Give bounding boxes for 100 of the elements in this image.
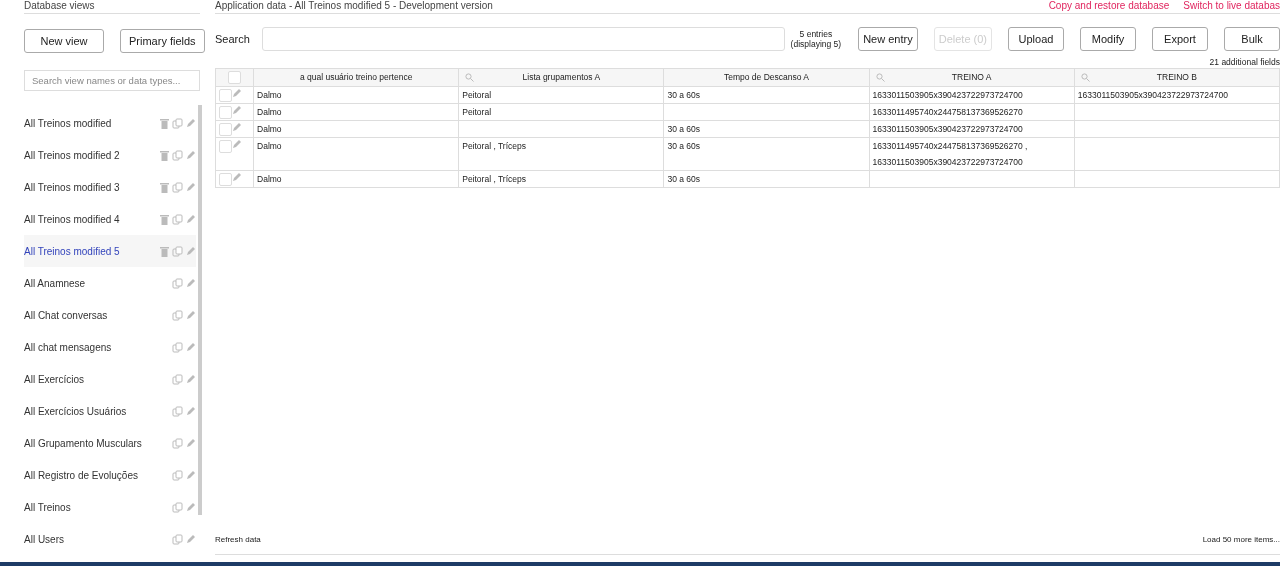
table-cell: Dalmo [257,107,282,117]
copy-icon[interactable] [172,469,183,481]
column-header[interactable]: TREINO A [869,68,1075,87]
search-icon[interactable] [1080,73,1090,82]
displaying-count: (displaying 5) [790,39,842,49]
table-cell: 30 a 60s [667,90,701,100]
column-header[interactable]: a qual usuário treino pertence [253,68,459,87]
pencil-icon[interactable] [186,502,196,512]
copy-icon[interactable] [172,181,183,193]
sidebar-item[interactable]: All Treinos modified 3 [24,171,196,203]
pencil-icon[interactable] [186,246,196,256]
live-database-link[interactable]: Switch to live databas [1183,0,1280,13]
column-header[interactable]: Lista grupamentos A [458,68,664,87]
pencil-icon[interactable] [186,470,196,480]
sidebar-item[interactable]: All Treinos modified 2 [24,139,196,171]
search-field[interactable] [261,27,785,51]
toolbar-button[interactable]: Bulk [1224,27,1280,51]
copy-icon[interactable] [172,341,183,353]
copy-icon[interactable] [172,373,183,385]
pencil-icon[interactable] [186,534,196,544]
copy-icon[interactable] [172,405,183,417]
sidebar-item[interactable]: All Grupamento Musculars [24,427,196,459]
pencil-icon[interactable] [186,438,196,448]
search-icon[interactable] [875,73,885,82]
pencil-icon[interactable] [186,374,196,384]
copy-icon[interactable] [172,149,183,161]
table-cell: Dalmo [257,174,282,184]
table-cell: 1633011503905x390423722973724700 [872,90,1023,100]
pencil-icon[interactable] [186,182,196,192]
pencil-icon[interactable] [232,172,242,182]
search-icon[interactable] [465,73,475,82]
sidebar-item[interactable]: All Treinos modified 4 [24,203,196,235]
copy-icon[interactable] [172,277,183,289]
sidebar-item[interactable]: All Exercícios [24,363,196,395]
row-checkbox[interactable] [219,123,232,137]
search-label: Search [215,33,250,45]
table-cell: Dalmo [257,124,282,134]
scrollbar[interactable] [198,105,202,515]
table-cell: 30 a 60s [667,124,701,134]
pencil-icon[interactable] [186,214,196,224]
page-title: Application data - All Treinos modified 5 - Development version [215,0,494,13]
row-checkbox[interactable] [219,140,232,154]
trash-icon[interactable] [160,117,169,129]
table-cell: Peitoral , Tríceps [462,141,526,151]
copy-icon[interactable] [172,213,183,225]
copy-icon[interactable] [172,533,183,545]
sidebar-title: Database views [24,0,200,14]
row-checkbox[interactable] [219,106,232,120]
copy-icon[interactable] [172,501,183,513]
pencil-icon[interactable] [186,310,196,320]
column-header[interactable]: Tempo de Descanso A [663,68,870,87]
copy-icon[interactable] [172,245,183,257]
trash-icon[interactable] [160,181,169,193]
table-cell: 1633011495740x244758137369526270 , 1633011503905x390423722973724700 [872,141,1028,167]
select-all-checkbox[interactable] [228,71,241,85]
table-cell: Dalmo [257,90,282,100]
table-cell: Dalmo [257,141,282,151]
pencil-icon[interactable] [186,118,196,128]
sidebar-item[interactable]: All Registro de Evoluções [24,459,196,491]
column-header[interactable]: TREINO B [1074,68,1280,87]
trash-icon[interactable] [160,149,169,161]
toolbar-button[interactable]: Export [1152,27,1208,51]
copy-restore-link[interactable]: Copy and restore database [1048,0,1170,13]
table-cell: Peitoral [462,107,492,117]
table-cell: 30 a 60s [667,174,701,184]
copy-icon[interactable] [172,437,183,449]
trash-icon[interactable] [160,245,169,257]
table-cell: 1633011503905x390423722973724700 [1077,90,1228,100]
toolbar-button[interactable]: Upload [1008,27,1064,51]
entries-count: 5 entries [798,29,834,39]
sidebar-item[interactable]: All Treinos modified [24,107,196,139]
table-cell: Peitoral [462,90,492,100]
search-field[interactable]: Search view names or data types... [24,70,200,91]
table-cell: 1633011503905x390423722973724700 [872,124,1023,134]
sidebar-item[interactable]: All Chat conversas [24,299,196,331]
table-cell: 30 a 60s [667,141,701,151]
sidebar-item[interactable]: All Exercícios Usuários [24,395,196,427]
table-cell: 1633011495740x244758137369526270 [872,107,1023,117]
pencil-icon[interactable] [186,342,196,352]
row-checkbox[interactable] [219,89,232,103]
sidebar-item[interactable]: All Users [24,523,196,555]
trash-icon[interactable] [160,213,169,225]
primary-fields-button[interactable]: Primary fields [120,29,205,53]
sidebar-item[interactable]: All Anamnese [24,267,196,299]
toolbar-button[interactable]: Modify [1080,27,1136,51]
sidebar-item[interactable]: All Treinos modified 5 [24,235,196,267]
copy-icon[interactable] [172,309,183,321]
additional-fields-note: 21 additional fields [1208,57,1280,67]
load-more-link[interactable]: Load 50 more items... [1202,535,1280,544]
toolbar-button[interactable]: New entry [858,27,918,51]
row-checkbox[interactable] [219,173,232,187]
pencil-icon[interactable] [186,406,196,416]
new-view-button[interactable]: New view [24,29,104,53]
copy-icon[interactable] [172,117,183,129]
table-cell: Peitoral , Tríceps [462,174,526,184]
sidebar-item[interactable]: All Treinos [24,491,196,523]
sidebar-item[interactable]: All chat mensagens [24,331,196,363]
pencil-icon[interactable] [186,278,196,288]
pencil-icon[interactable] [186,150,196,160]
refresh-link[interactable]: Refresh data [215,535,261,544]
